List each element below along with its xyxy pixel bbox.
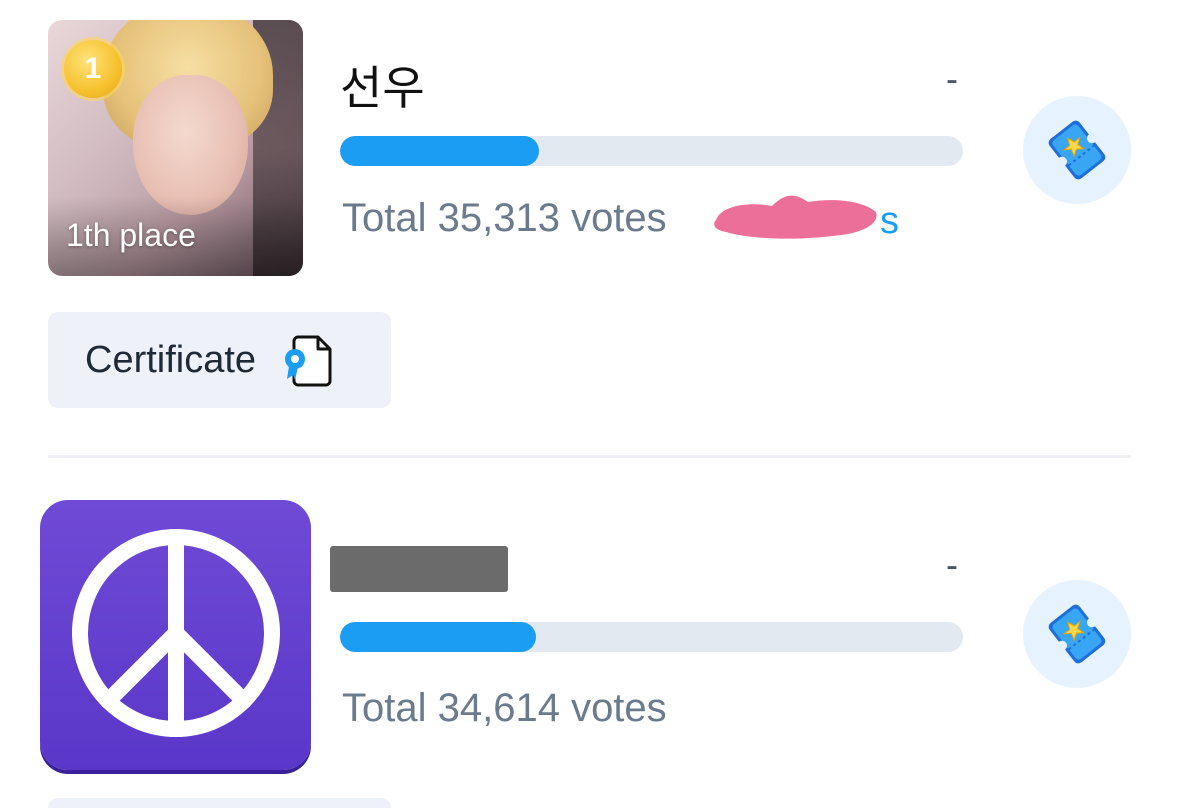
artist-name-redacted [330,546,508,592]
vote-button[interactable] [1023,96,1131,204]
certificate-label: Certificate [85,338,257,381]
rank-badge-number: 1 [84,52,102,85]
photo-face [133,75,248,215]
vote-progress-bar [340,622,963,652]
ranking-entry[interactable]: - Total 34,614 votes [0,480,1178,808]
vote-ticket-icon [1048,604,1106,664]
rank-change: - [946,58,958,99]
artist-avatar[interactable] [40,500,311,770]
gold-medal-icon: 1 [64,40,122,98]
artist-name: 선우 [340,61,425,115]
votes-link[interactable]: s [880,200,899,243]
vote-ticket-icon [1048,120,1106,180]
certificate-document-icon [282,333,334,387]
total-votes: Total 34,614 votes [342,686,667,730]
vote-progress-fill [340,622,537,652]
total-votes: Total 35,313 votes [342,196,667,240]
section-divider [48,455,1131,458]
peace-sign-icon [72,529,280,737]
rank-change: - [946,544,958,585]
vote-progress-fill [340,136,540,166]
place-label: 1th place [66,217,196,253]
vote-progress-bar [340,136,963,166]
certificate-button-partial[interactable] [48,798,391,808]
redaction-scribble [714,195,877,239]
artist-photo[interactable]: 1 1th place [48,20,303,276]
vote-button[interactable] [1023,580,1131,688]
ranking-entry[interactable]: 1 1th place 선우 - Total 35,313 votes s Ce… [0,0,1178,440]
certificate-button[interactable]: Certificate [48,312,391,408]
